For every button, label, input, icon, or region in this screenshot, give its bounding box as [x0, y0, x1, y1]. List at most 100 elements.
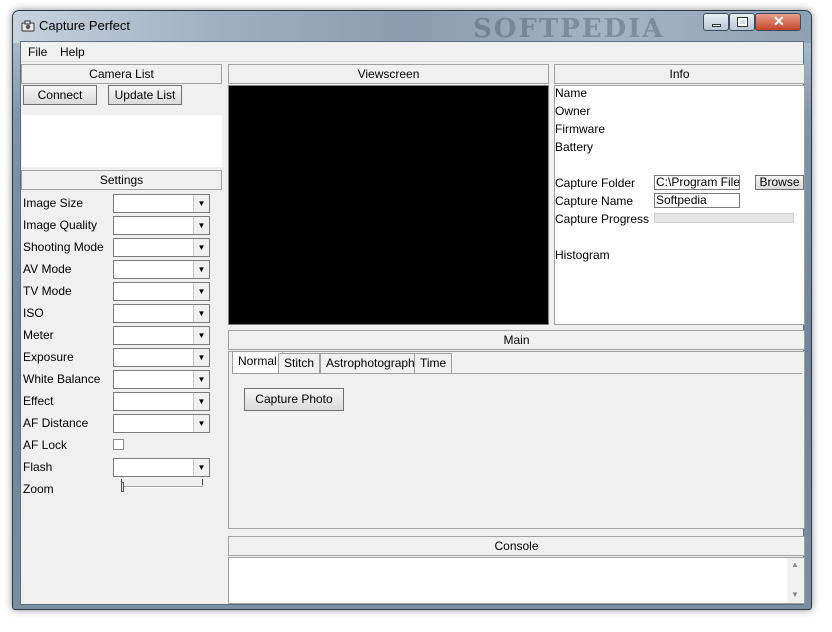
minimize-icon — [712, 24, 721, 27]
av-mode-select[interactable]: ▼ — [113, 260, 210, 279]
capture-progress-bar — [654, 213, 794, 223]
af-lock-label: AF Lock — [23, 438, 68, 452]
chevron-down-icon[interactable]: ▼ — [193, 305, 209, 322]
camera-icon — [21, 20, 35, 32]
iso-label: ISO — [23, 306, 44, 320]
af-distance-select[interactable]: ▼ — [113, 414, 210, 433]
flash-value — [114, 459, 116, 473]
av-mode-value — [114, 261, 116, 275]
chevron-down-icon[interactable]: ▼ — [193, 459, 209, 476]
settings-header: Settings — [21, 170, 222, 190]
capture-name-input[interactable]: Softpedia — [654, 193, 740, 208]
af-distance-label: AF Distance — [23, 416, 89, 430]
main-panel: Normal Stitch Astrophotography Time Capt… — [228, 351, 805, 529]
image-size-select[interactable]: ▼ — [113, 194, 210, 213]
menu-bar: File Help — [21, 42, 803, 62]
capture-folder-label: Capture Folder — [555, 176, 636, 190]
white-balance-value — [114, 371, 116, 385]
scroll-down-icon[interactable]: ▼ — [791, 590, 799, 599]
capture-progress-label: Capture Progress — [555, 212, 650, 226]
menu-help[interactable]: Help — [60, 45, 85, 59]
watermark-logo: SOFTPEDIA — [473, 14, 665, 44]
title-bar[interactable]: Capture Perfect SOFTPEDIA ✕ — [13, 11, 811, 44]
effect-select[interactable]: ▼ — [113, 392, 210, 411]
white-balance-label: White Balance — [23, 372, 101, 386]
browse-button[interactable]: Browse — [755, 175, 804, 190]
maximize-icon — [737, 17, 748, 27]
flash-label: Flash — [23, 460, 53, 474]
app-window: Capture Perfect SOFTPEDIA ✕ File Help Ca… — [12, 10, 812, 610]
white-balance-select[interactable]: ▼ — [113, 370, 210, 389]
chevron-down-icon[interactable]: ▼ — [193, 283, 209, 300]
tv-mode-label: TV Mode — [23, 284, 72, 298]
zoom-slider-thumb[interactable] — [121, 482, 124, 492]
tab-normal[interactable]: Normal — [232, 351, 283, 373]
chevron-down-icon[interactable]: ▼ — [193, 217, 209, 234]
meter-value — [114, 327, 116, 341]
camera-list[interactable] — [22, 115, 222, 167]
tv-mode-value — [114, 283, 116, 297]
image-quality-label: Image Quality — [23, 218, 98, 232]
chevron-down-icon[interactable]: ▼ — [193, 415, 209, 432]
capture-folder-input[interactable]: C:\Program Files — [654, 175, 740, 190]
meter-select[interactable]: ▼ — [113, 326, 210, 345]
shooting-mode-select[interactable]: ▼ — [113, 238, 210, 257]
close-button[interactable]: ✕ — [755, 13, 801, 31]
info-header: Info — [554, 64, 805, 84]
chevron-down-icon[interactable]: ▼ — [193, 327, 209, 344]
battery-label: Battery — [555, 140, 594, 154]
shooting-mode-value — [114, 239, 116, 253]
tab-astrophotography[interactable]: Astrophotography — [320, 353, 427, 373]
info-panel: Name Owner Firmware Battery Capture Fold… — [554, 85, 805, 325]
viewscreen-display[interactable] — [228, 85, 549, 325]
flash-select[interactable]: ▼ — [113, 458, 210, 477]
tab-stitch[interactable]: Stitch — [278, 353, 321, 373]
capture-name-label: Capture Name — [555, 194, 634, 208]
zoom-label: Zoom — [23, 482, 54, 496]
settings-panel: Image Size ▼ Image Quality ▼ Shooting Mode ▼ A… — [21, 194, 222, 514]
chevron-down-icon[interactable]: ▼ — [193, 195, 209, 212]
meter-label: Meter — [23, 328, 54, 342]
menu-file[interactable]: File — [28, 45, 47, 59]
iso-select[interactable]: ▼ — [113, 304, 210, 323]
chevron-down-icon[interactable]: ▼ — [193, 371, 209, 388]
firmware-label: Firmware — [555, 122, 605, 136]
maximize-button[interactable] — [729, 13, 755, 31]
window-title: Capture Perfect — [39, 18, 131, 33]
histogram-label: Histogram — [555, 248, 610, 262]
main-tabs: Normal Stitch Astrophotography Time — [232, 351, 802, 374]
exposure-value — [114, 349, 116, 363]
camera-list-header: Camera List — [21, 64, 222, 84]
name-label: Name — [555, 86, 588, 100]
close-icon: ✕ — [773, 13, 785, 29]
chevron-down-icon[interactable]: ▼ — [193, 393, 209, 410]
console-header: Console — [228, 536, 805, 556]
zoom-tick-max — [202, 479, 203, 485]
zoom-slider[interactable] — [121, 486, 203, 488]
effect-value — [114, 393, 116, 407]
minimize-button[interactable] — [703, 13, 729, 31]
af-lock-checkbox[interactable] — [113, 439, 124, 450]
console-scrollbar[interactable]: ▲ ▼ — [787, 558, 804, 603]
image-quality-select[interactable]: ▼ — [113, 216, 210, 235]
capture-photo-button[interactable]: Capture Photo — [244, 388, 344, 411]
tab-time[interactable]: Time — [414, 353, 453, 373]
update-list-button[interactable]: Update List — [108, 85, 182, 105]
console-output[interactable] — [228, 557, 805, 604]
chevron-down-icon[interactable]: ▼ — [193, 239, 209, 256]
exposure-select[interactable]: ▼ — [113, 348, 210, 367]
viewscreen-header: Viewscreen — [228, 64, 549, 84]
tv-mode-select[interactable]: ▼ — [113, 282, 210, 301]
effect-label: Effect — [23, 394, 54, 408]
scroll-up-icon[interactable]: ▲ — [791, 560, 799, 569]
client-area: File Help Camera List Connect Update Lis… — [20, 41, 805, 605]
connect-button[interactable]: Connect — [23, 85, 97, 105]
chevron-down-icon[interactable]: ▼ — [193, 349, 209, 366]
image-size-label: Image Size — [23, 196, 84, 210]
image-quality-value — [114, 217, 116, 231]
shooting-mode-label: Shooting Mode — [23, 240, 104, 254]
main-header: Main — [228, 330, 805, 350]
af-distance-value — [114, 415, 116, 429]
iso-value — [114, 305, 116, 319]
chevron-down-icon[interactable]: ▼ — [193, 261, 209, 278]
